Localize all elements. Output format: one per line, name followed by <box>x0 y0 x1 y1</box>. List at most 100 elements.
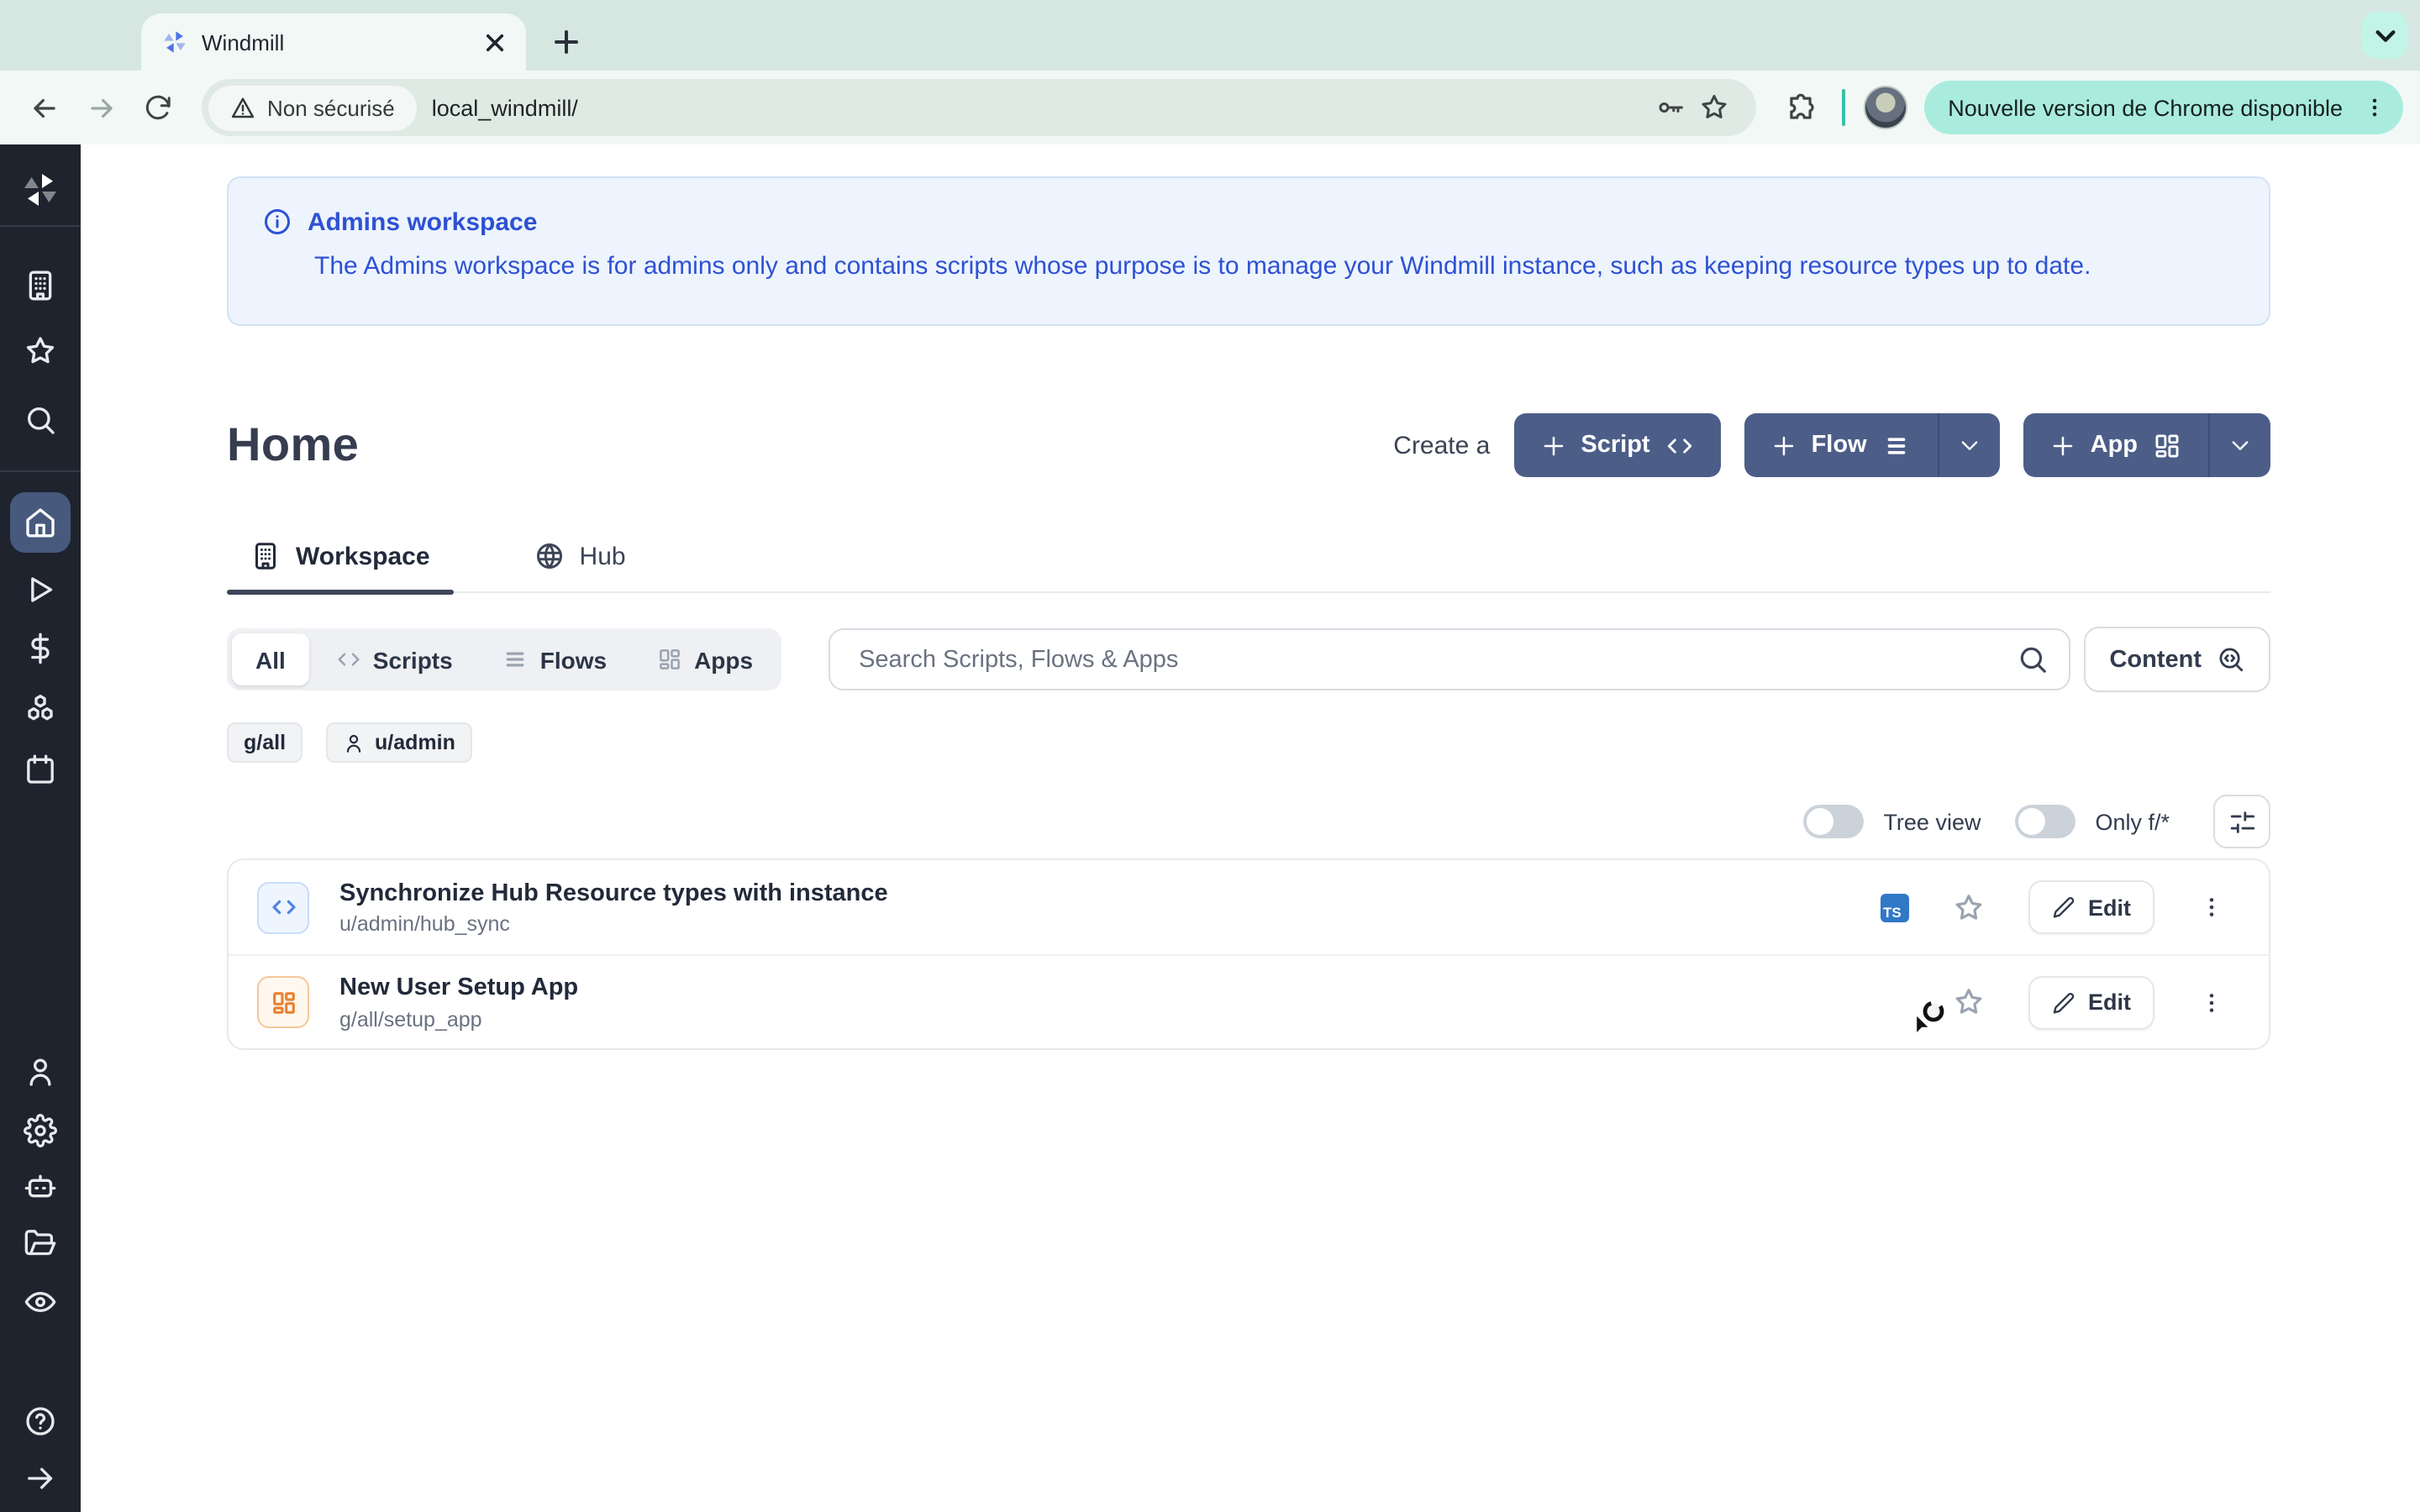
banner-title: Admins workspace <box>308 207 537 236</box>
site-security-chip[interactable]: Non sécurisé <box>208 85 417 130</box>
create-flow-button[interactable]: Flow <box>1744 413 2000 477</box>
search-icon <box>2017 643 2049 675</box>
main-content: Admins workspace The Admins workspace is… <box>81 144 2420 1512</box>
favorite-star-icon[interactable] <box>1952 891 1984 923</box>
search-input[interactable] <box>855 644 2017 675</box>
edit-label: Edit <box>2088 990 2131 1015</box>
type-filter-segmented-control: All Scripts Flows Apps <box>227 628 781 690</box>
layout-grid-icon <box>2153 431 2181 459</box>
row-menu-kebab-icon[interactable] <box>2198 894 2225 921</box>
content-button-label: Content <box>2109 646 2202 673</box>
edit-button[interactable]: Edit <box>2028 975 2154 1029</box>
sidebar-item-settings[interactable] <box>0 1109 81 1152</box>
robot-icon <box>24 1169 57 1203</box>
sidebar-item-workspace[interactable] <box>0 264 81 307</box>
only-f-toggle[interactable] <box>2014 805 2075 838</box>
item-path: u/admin/hub_sync <box>339 912 1880 936</box>
tab-hub[interactable]: Hub <box>511 541 650 591</box>
chevron-down-icon <box>2228 433 2252 457</box>
create-flow-dropdown[interactable] <box>1938 413 2000 477</box>
edit-button[interactable]: Edit <box>2028 880 2154 934</box>
sidebar-item-users[interactable] <box>0 1050 81 1094</box>
create-app-dropdown[interactable] <box>2208 413 2270 477</box>
create-script-label: Script <box>1581 432 1649 459</box>
sidebar-item-help[interactable] <box>0 1399 81 1443</box>
reload-icon[interactable] <box>134 84 182 131</box>
app-icon <box>257 976 309 1028</box>
sidebar-item-runs[interactable] <box>0 568 81 612</box>
tab-workspace-label: Workspace <box>296 542 430 570</box>
extensions-icon[interactable] <box>1776 84 1823 131</box>
help-circle-icon <box>24 1404 57 1438</box>
filter-scripts[interactable]: Scripts <box>313 633 476 685</box>
filter-all[interactable]: All <box>232 633 309 685</box>
back-icon[interactable] <box>20 84 67 131</box>
tree-view-toggle[interactable] <box>1802 805 1863 838</box>
forward-icon[interactable] <box>77 84 124 131</box>
calendar-icon <box>24 753 57 786</box>
create-app-button[interactable]: App <box>2023 413 2270 477</box>
tab-workspace[interactable]: Workspace <box>227 541 454 591</box>
chevron-down-icon <box>1958 433 1981 457</box>
security-label: Non sécurisé <box>267 95 395 120</box>
address-bar[interactable]: Non sécurisé local_windmill/ <box>202 79 1756 136</box>
script-icon <box>257 881 309 933</box>
sidebar-item-audit-logs[interactable] <box>0 1280 81 1324</box>
sidebar <box>0 144 81 1512</box>
pencil-icon <box>2051 895 2075 919</box>
sidebar-item-schedules[interactable] <box>0 748 81 791</box>
sidebar-expand-button[interactable] <box>0 1457 81 1500</box>
chrome-update-label: Nouvelle version de Chrome disponible <box>1948 95 2343 120</box>
sidebar-item-favorites[interactable] <box>0 329 81 373</box>
tab-title: Windmill <box>202 29 479 55</box>
tab-search-button[interactable] <box>2361 12 2408 59</box>
filter-apps[interactable]: Apps <box>634 633 776 685</box>
password-key-icon[interactable] <box>1649 86 1692 129</box>
sidebar-divider <box>0 470 81 472</box>
filter-all-label: All <box>255 646 286 673</box>
sidebar-item-variables[interactable] <box>0 627 81 670</box>
tab-hub-label: Hub <box>580 542 626 570</box>
profile-avatar[interactable] <box>1864 86 1907 129</box>
create-app-label: App <box>2091 432 2138 459</box>
sidebar-item-home[interactable] <box>10 492 71 553</box>
content-search-button[interactable]: Content <box>2084 627 2270 692</box>
create-script-button[interactable]: Script <box>1513 413 1720 477</box>
sidebar-item-workers[interactable] <box>0 1164 81 1208</box>
sidebar-item-search[interactable] <box>0 398 81 442</box>
bookmark-star-icon[interactable] <box>1692 86 1736 129</box>
owner-badge-label: g/all <box>244 731 286 754</box>
banner-body: The Admins workspace is for admins only … <box>314 252 2235 281</box>
browser-menu-kebab-icon[interactable] <box>2356 89 2393 126</box>
search-icon <box>24 403 57 437</box>
folder-open-icon <box>24 1226 57 1260</box>
layout-grid-icon <box>657 647 682 672</box>
sidebar-item-folders[interactable] <box>0 1221 81 1265</box>
dollar-icon <box>24 632 57 665</box>
owner-badge-u-admin[interactable]: u/admin <box>326 722 472 763</box>
close-tab-icon[interactable] <box>479 27 509 57</box>
browser-tab[interactable]: Windmill <box>141 13 526 71</box>
row-menu-kebab-icon[interactable] <box>2198 989 2225 1016</box>
plus-icon <box>1771 433 1797 458</box>
webpage: Admins workspace The Admins workspace is… <box>0 144 2420 1512</box>
list-item-hub-sync[interactable]: Synchronize Hub Resource types with inst… <box>229 860 2269 954</box>
sidebar-item-resources[interactable] <box>0 687 81 731</box>
building-icon <box>250 541 281 571</box>
filter-flows-label: Flows <box>540 646 607 673</box>
screen: Windmill Non sécurisé local_windmill/ <box>0 0 2420 1512</box>
owner-badge-g-all[interactable]: g/all <box>227 722 302 763</box>
list-item-setup-app[interactable]: New User Setup App g/all/setup_app Edit <box>229 954 2269 1048</box>
display-settings-button[interactable] <box>2213 795 2270 848</box>
windmill-logo-icon[interactable] <box>0 168 81 212</box>
arrow-right-icon <box>24 1462 57 1495</box>
user-icon <box>343 732 365 753</box>
favorite-star-icon[interactable] <box>1952 986 1984 1018</box>
new-tab-button[interactable] <box>544 20 588 64</box>
browser-toolbar: Non sécurisé local_windmill/ Nouvelle ve… <box>0 71 2420 144</box>
filter-flows[interactable]: Flows <box>480 633 630 685</box>
chrome-update-button[interactable]: Nouvelle version de Chrome disponible <box>1924 81 2403 134</box>
browser-tab-strip: Windmill <box>0 0 2420 71</box>
tree-view-label: Tree view <box>1883 809 1981 834</box>
globe-icon <box>534 541 565 571</box>
